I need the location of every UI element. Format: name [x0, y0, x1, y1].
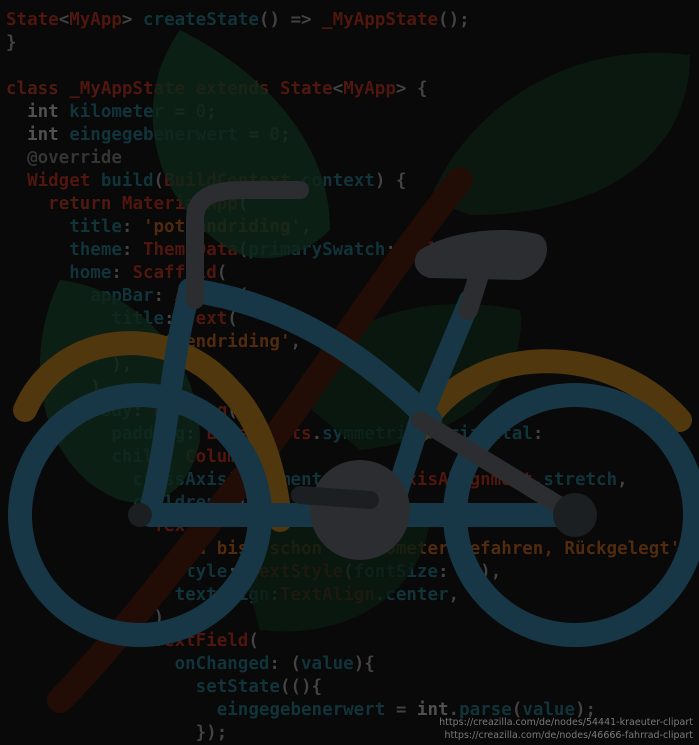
front-hub: [128, 503, 152, 527]
crank-arm: [291, 486, 379, 509]
seat-post: [458, 268, 488, 320]
credit-bike-link[interactable]: https://creazilla.com/de/nodes/46666-fah…: [439, 729, 693, 742]
credit-herb-link[interactable]: https://creazilla.com/de/nodes/54441-kra…: [439, 716, 693, 729]
chainring: [310, 460, 410, 560]
bicycle-and-herb-illustration: [8, 30, 699, 713]
rear-hub: [553, 493, 597, 537]
leaf-upper-left: [152, 30, 330, 259]
image-credits: https://creazilla.com/de/nodes/54441-kra…: [439, 716, 693, 742]
screenshot-stage: State<MyApp> createState() => _MyAppStat…: [0, 0, 699, 745]
leaf-upper-right: [430, 52, 690, 215]
